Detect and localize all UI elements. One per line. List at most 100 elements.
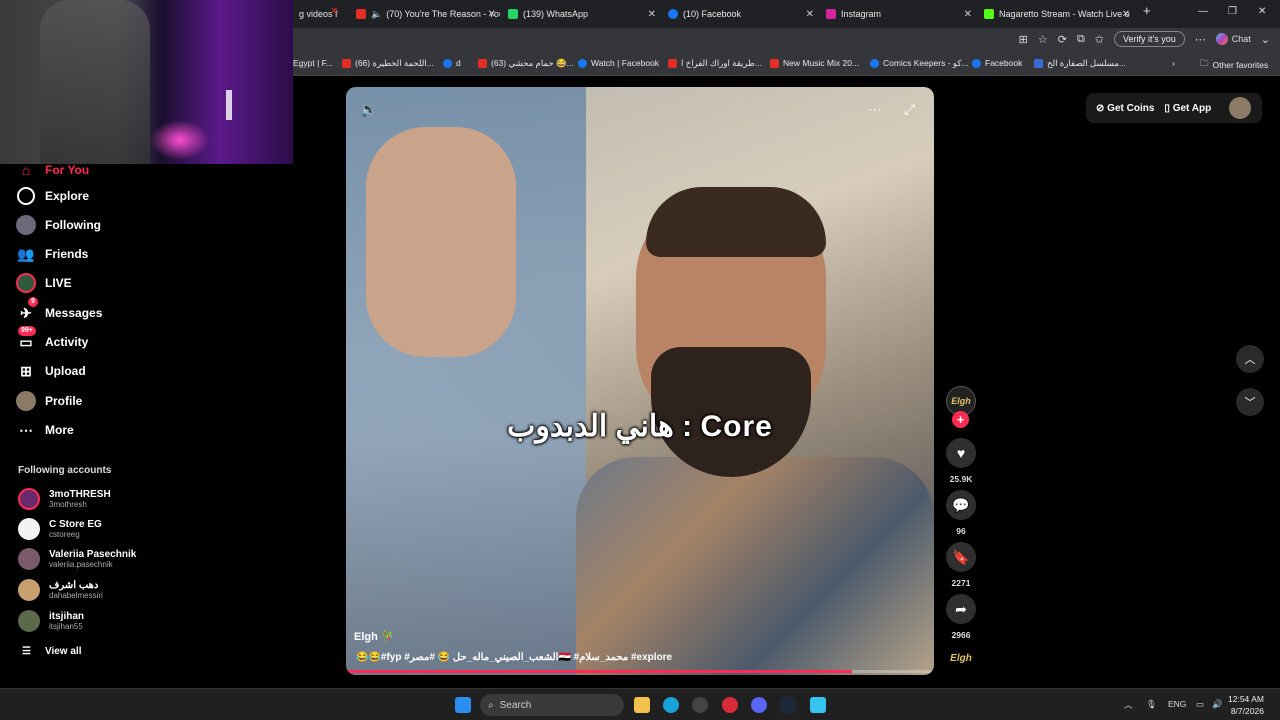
tab-whatsapp[interactable]: (139) WhatsApp ✕ bbox=[502, 4, 660, 24]
tab-youtube[interactable]: 🔈 (70) You're The Reason - You ✕ bbox=[350, 4, 500, 24]
get-app-button[interactable]: ▯ Get App bbox=[1164, 103, 1211, 114]
tab-kick[interactable]: Nagaretto Stream - Watch Live o ✕ bbox=[978, 4, 1134, 24]
account-item[interactable]: itsjihan itsjihan55 bbox=[18, 610, 84, 632]
next-video-button[interactable]: ﹀ bbox=[1236, 388, 1264, 416]
copilot-button[interactable]: Chat bbox=[1215, 33, 1251, 45]
close-icon[interactable]: ✕ bbox=[964, 9, 972, 20]
fullscreen-icon[interactable]: ⤢ bbox=[904, 101, 915, 118]
volume-icon[interactable]: 🔊 bbox=[1212, 699, 1223, 710]
sidebar-item-profile[interactable]: Profile bbox=[16, 391, 82, 411]
speaker-icon[interactable]: 🔈 bbox=[371, 9, 382, 20]
app-icon[interactable] bbox=[692, 697, 708, 713]
get-coins-label: Get Coins bbox=[1107, 102, 1155, 114]
bookmark-item[interactable]: (63) حمام محشي 😂... bbox=[478, 58, 574, 69]
bookmark-item[interactable]: Comics Keepers - كو... bbox=[870, 58, 968, 69]
microphone-icon[interactable]: 🎙 bbox=[1146, 699, 1157, 710]
get-coins-button[interactable]: ⊘ Get Coins bbox=[1096, 103, 1154, 114]
sidebar-item-live[interactable]: LIVE bbox=[16, 273, 72, 293]
notepad-icon[interactable] bbox=[810, 697, 826, 713]
other-favorites[interactable]: 🗀 Other favorites bbox=[1200, 58, 1268, 72]
tab-label: (10) Facebook bbox=[683, 9, 742, 19]
menu-icon[interactable]: ⋯ bbox=[1195, 33, 1206, 46]
chevron-down-icon[interactable]: ⌄ bbox=[1261, 33, 1270, 46]
music-disc-icon[interactable]: Elgh bbox=[946, 646, 976, 672]
account-item[interactable]: Valeriia Pasechnik valeriia.pasechnik bbox=[18, 548, 136, 570]
comment-icon[interactable]: 💬 bbox=[946, 490, 976, 520]
favorite-star-icon[interactable]: ☆ bbox=[1038, 33, 1048, 46]
extensions-icon[interactable]: ⟳ bbox=[1058, 33, 1067, 46]
more-options-icon[interactable]: ⋯ bbox=[868, 101, 882, 118]
sidebar-item-messages[interactable]: ✈ 9 Messages bbox=[16, 297, 102, 323]
bookmark-label: Comics Keepers - كو... bbox=[883, 58, 969, 68]
discord-icon[interactable] bbox=[751, 697, 767, 713]
app-available-icon[interactable]: ⊞ bbox=[1019, 33, 1028, 46]
youtube-icon bbox=[668, 59, 677, 68]
tab-label: Nagaretto Stream - Watch Live o bbox=[999, 9, 1130, 19]
friends-icon: 👥 bbox=[17, 245, 35, 262]
comment-action[interactable]: 💬 96 bbox=[945, 490, 977, 536]
bookmark-item[interactable]: Facebook bbox=[972, 58, 1022, 68]
account-username: 3mothresh bbox=[49, 499, 87, 509]
account-item[interactable]: 3moTHRESH 3mothresh bbox=[18, 488, 111, 510]
restore-icon[interactable]: ❐ bbox=[1228, 6, 1237, 17]
split-screen-icon[interactable]: ⧉ bbox=[1077, 33, 1085, 46]
file-explorer-icon[interactable] bbox=[634, 697, 650, 713]
share-icon[interactable]: ➦ bbox=[946, 594, 976, 624]
tab-instagram[interactable]: Instagram ✕ bbox=[820, 4, 976, 24]
sidebar-item-label: Profile bbox=[45, 394, 83, 408]
language-indicator[interactable]: ENG bbox=[1168, 699, 1186, 709]
sidebar-item-friends[interactable]: 👥 Friends bbox=[16, 244, 88, 264]
volume-icon[interactable]: 🔈 bbox=[360, 101, 377, 118]
edge-icon[interactable] bbox=[663, 697, 679, 713]
new-tab-button[interactable]: + bbox=[1143, 3, 1151, 18]
bookmark-icon[interactable]: 🔖 bbox=[946, 542, 976, 572]
display-icon[interactable]: ▭ bbox=[1196, 699, 1204, 710]
close-icon[interactable]: ✕ bbox=[806, 9, 814, 20]
close-icon[interactable]: ✕ bbox=[648, 9, 656, 20]
clock[interactable]: 12:54 AM 8/7/2026 bbox=[1228, 693, 1264, 717]
window-close-icon[interactable]: ✕ bbox=[1258, 6, 1266, 17]
minimize-icon[interactable]: — bbox=[1198, 6, 1208, 17]
share-action[interactable]: ➦ 2966 bbox=[945, 594, 977, 640]
chevron-right-icon[interactable]: › bbox=[1172, 58, 1175, 68]
avatar bbox=[18, 518, 40, 540]
app-icon[interactable] bbox=[722, 697, 738, 713]
chevron-up-icon: ︿ bbox=[1244, 354, 1256, 366]
heart-icon[interactable]: ♥ bbox=[946, 438, 976, 468]
account-item[interactable]: C Store EG cstoreeg bbox=[18, 518, 102, 540]
bookmark-item[interactable]: طريقة اوراك الفراخ ا... bbox=[668, 58, 762, 69]
favorites-icon[interactable]: ✩ bbox=[1095, 33, 1104, 46]
header-actions: ⊘ Get Coins ▯ Get App bbox=[1086, 93, 1262, 123]
follow-button[interactable]: + bbox=[952, 411, 969, 428]
view-all-button[interactable]: ☰ View all bbox=[22, 646, 81, 657]
tray-chevron-icon[interactable]: ︿ bbox=[1124, 699, 1133, 711]
bookmark-item[interactable]: (66) اللحمة الخطيرة... bbox=[342, 58, 434, 69]
video-description[interactable]: 😂😂#fyp #الشعب_الصيني_ماله_حل 😂 #مصر🇪🇬 #م… bbox=[356, 652, 672, 663]
avatar[interactable] bbox=[1229, 97, 1252, 119]
video-author[interactable]: Elgh 🎋 bbox=[354, 630, 395, 643]
bookmark-item[interactable]: d bbox=[443, 58, 461, 68]
sidebar-item-more[interactable]: ⋯ More bbox=[16, 420, 74, 440]
previous-video-button[interactable]: ︿ bbox=[1236, 345, 1264, 373]
bookmark-item[interactable]: Watch | Facebook bbox=[578, 58, 659, 68]
sidebar-item-following[interactable]: Following bbox=[16, 215, 101, 235]
video-player[interactable]: هاني الدبدوب : Core 🔈 ⋯ ⤢ Elgh 🎋 😂😂#fyp … bbox=[346, 87, 934, 675]
sidebar-item-explore[interactable]: Explore bbox=[16, 186, 89, 206]
video-progress-bar[interactable] bbox=[346, 670, 934, 673]
close-icon[interactable]: ✕ bbox=[330, 6, 338, 17]
taskbar-search[interactable]: ⌕ Search bbox=[480, 694, 624, 716]
bookmark-item[interactable]: مسلسل الصفارة الح... bbox=[1034, 58, 1126, 69]
close-icon[interactable]: ✕ bbox=[1122, 9, 1130, 20]
sidebar-item-upload[interactable]: ⊞ Upload bbox=[16, 361, 86, 381]
sidebar-item-activity[interactable]: ▭ 99+ Activity bbox=[16, 326, 88, 352]
account-item[interactable]: دهب اشرف dahabelmessiri bbox=[18, 579, 103, 601]
bookmark-item[interactable]: Egypt | F... bbox=[293, 58, 333, 68]
like-action[interactable]: ♥ 25.9K bbox=[945, 438, 977, 484]
verify-button[interactable]: Verify it's you bbox=[1114, 31, 1185, 47]
start-icon[interactable] bbox=[455, 697, 471, 713]
tab-facebook[interactable]: (10) Facebook ✕ bbox=[662, 4, 818, 24]
save-action[interactable]: 🔖 2271 bbox=[945, 542, 977, 588]
bookmark-item[interactable]: New Music Mix 20... bbox=[770, 58, 859, 68]
close-icon[interactable]: ✕ bbox=[488, 9, 496, 20]
steam-icon[interactable] bbox=[780, 697, 796, 713]
